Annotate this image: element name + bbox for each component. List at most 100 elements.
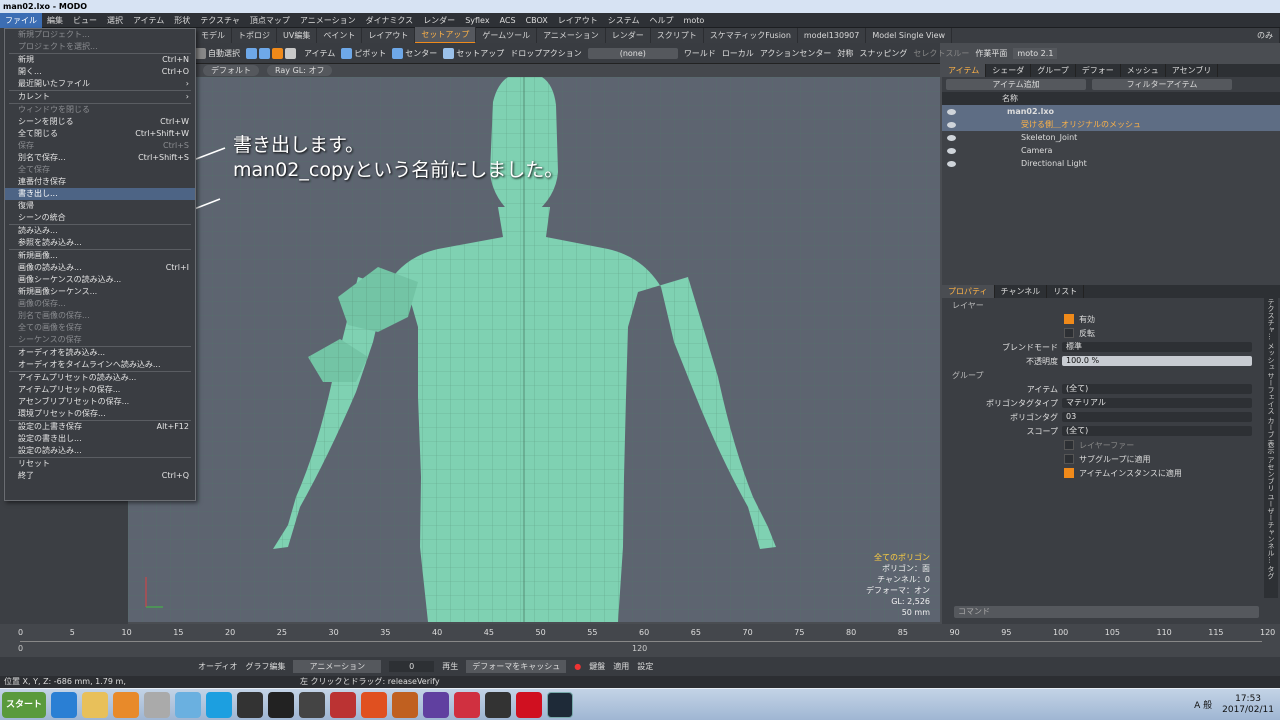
item-list-row[interactable]: Directional Light xyxy=(942,157,1280,170)
file-menu-item[interactable]: 設定の書き出し... xyxy=(5,433,195,445)
menu-4[interactable]: アイテム xyxy=(128,13,169,28)
graph-editor-button[interactable]: グラフ編集 xyxy=(245,661,285,672)
explorer-icon[interactable] xyxy=(82,691,108,718)
file-menu-item[interactable]: シーンを閉じる Ctrl+W xyxy=(5,116,195,128)
enable-checkbox[interactable]: 有効 xyxy=(942,312,1264,326)
pivot-mode-button[interactable]: ピボット xyxy=(341,47,386,59)
app-icon-9[interactable] xyxy=(299,691,325,718)
item-list-row[interactable]: Camera xyxy=(942,144,1280,157)
file-menu-item[interactable]: 新規プロジェクト... xyxy=(5,29,195,41)
app-icon-4[interactable] xyxy=(144,691,170,718)
command-input[interactable]: コマンド xyxy=(954,606,1259,618)
file-menu-item[interactable]: リセット xyxy=(5,458,195,470)
menu-15[interactable]: システム xyxy=(603,13,645,28)
layout-tab-2[interactable]: UV編集 xyxy=(277,28,318,43)
items-tab-4[interactable]: メッシュ xyxy=(1121,64,1166,77)
record-icon[interactable]: ● xyxy=(574,662,581,671)
ie-icon[interactable] xyxy=(51,691,77,718)
app-icon-14[interactable] xyxy=(454,691,480,718)
app-icon-7[interactable] xyxy=(237,691,263,718)
clock[interactable]: 17:53 2017/02/11 xyxy=(1222,694,1274,716)
visibility-eye-icon[interactable] xyxy=(947,121,956,128)
opera-icon[interactable] xyxy=(516,691,542,718)
action-center-button[interactable]: アクションセンター xyxy=(760,48,832,59)
props-tab-0[interactable]: プロパティ xyxy=(942,285,995,298)
item-select[interactable]: (全て) xyxy=(1062,384,1252,394)
file-menu-item[interactable]: シーンの統合 xyxy=(5,212,195,224)
layout-tab-0[interactable]: モデル xyxy=(195,28,232,43)
layout-tab-8[interactable]: レンダー xyxy=(606,28,651,43)
shading-mode-button[interactable]: デフォルト xyxy=(203,65,259,76)
item-list-row[interactable]: 受ける側＿オリジナルのメッシュ xyxy=(942,118,1280,131)
work-plane-button[interactable]: 作業平面 xyxy=(975,48,1007,59)
animation-select[interactable]: アニメーション xyxy=(293,660,382,673)
layer-fur-checkbox[interactable]: レイヤーファー xyxy=(942,438,1264,452)
file-menu-item[interactable]: 新規画像... xyxy=(5,250,195,262)
file-menu-item[interactable]: 開く... Ctrl+O xyxy=(5,66,195,78)
layout-tab-11[interactable]: model130907 xyxy=(798,28,867,43)
item-list-row[interactable]: man02.lxo xyxy=(942,105,1280,118)
app-icon-15[interactable] xyxy=(485,691,511,718)
file-menu-item[interactable]: 画像シーケンスの読み込み... xyxy=(5,274,195,286)
menu-13[interactable]: CBOX xyxy=(521,13,553,28)
file-menu-item[interactable]: 全て保存 xyxy=(5,164,195,176)
file-menu-item[interactable]: 連番付き保存 xyxy=(5,176,195,188)
items-tab-0[interactable]: アイテム xyxy=(942,64,987,77)
menu-14[interactable]: レイアウト xyxy=(553,13,603,28)
props-tab-2[interactable]: リスト xyxy=(1047,285,1085,298)
layout-tab-3[interactable]: ペイント xyxy=(317,28,363,43)
visibility-eye-icon[interactable] xyxy=(947,160,956,167)
drop-action-select[interactable]: (none) xyxy=(587,47,678,59)
opacity-field[interactable]: 100.0 % xyxy=(1062,356,1252,366)
menu-3[interactable]: 選択 xyxy=(102,13,128,28)
app-icon-12[interactable] xyxy=(392,691,418,718)
media-player-icon[interactable] xyxy=(113,691,139,718)
scope-select[interactable]: (全て) xyxy=(1062,426,1252,436)
layout-tab-7[interactable]: アニメーション xyxy=(537,28,606,43)
audio-button[interactable]: オーディオ xyxy=(198,661,237,672)
world-button[interactable]: ワールド xyxy=(684,48,716,59)
file-menu-item[interactable]: プロジェクトを選択... xyxy=(5,41,195,53)
menu-12[interactable]: ACS xyxy=(495,13,521,28)
file-menu-item[interactable]: アイテムプリセットの保存... xyxy=(5,384,195,396)
file-menu-item[interactable]: 全ての画像を保存 xyxy=(5,322,195,334)
timeline[interactable]: 0 5 10 15 20 25 30 35 40 45 50 55 60 65 70 75 80 85 90 95 10… xyxy=(0,624,1280,657)
menu-16[interactable]: ヘルプ xyxy=(645,13,679,28)
add-item-button[interactable]: アイテム追加 xyxy=(946,79,1086,90)
file-menu-item[interactable]: 保存 Ctrl+S xyxy=(5,140,195,152)
app-icon-5[interactable] xyxy=(175,691,201,718)
file-menu-item[interactable]: シーケンスの保存 xyxy=(5,334,195,346)
file-menu-item[interactable]: 画像の保存... xyxy=(5,298,195,310)
menu-1[interactable]: 編集 xyxy=(42,13,68,28)
file-menu-item[interactable]: 参照を読み込み... xyxy=(5,237,195,249)
menu-9[interactable]: ダイナミクス xyxy=(361,13,419,28)
file-menu-item[interactable]: オーディオを読み込み... xyxy=(5,347,195,359)
file-menu-item[interactable]: 新規 Ctrl+N xyxy=(5,54,195,66)
moto-button[interactable]: moto 2.1 xyxy=(1013,47,1058,59)
menu-2[interactable]: ビュー xyxy=(68,13,102,28)
file-menu-item[interactable]: 別名で画像の保存... xyxy=(5,310,195,322)
file-menu-item[interactable]: ウィンドウを閉じる xyxy=(5,104,195,116)
start-button[interactable]: スタート xyxy=(2,691,46,718)
file-menu-item[interactable]: カレント › xyxy=(5,91,195,103)
local-button[interactable]: ローカル xyxy=(722,48,754,59)
app-icon-11[interactable] xyxy=(361,691,387,718)
layout-tab-1[interactable]: トポロジ xyxy=(232,28,277,43)
layout-tab-13[interactable]: のみ xyxy=(1251,28,1280,43)
item-instance-checkbox[interactable]: アイテムインスタンスに適用 xyxy=(942,466,1264,480)
invert-checkbox[interactable]: 反転 xyxy=(942,326,1264,340)
file-menu-item[interactable]: 別名で保存... Ctrl+Shift+S xyxy=(5,152,195,164)
center-mode-button[interactable]: センター xyxy=(392,47,437,59)
menu-17[interactable]: moto xyxy=(679,13,710,28)
items-tab-3[interactable]: デフォー xyxy=(1076,64,1121,77)
layout-tab-6[interactable]: ゲームツール xyxy=(476,28,538,43)
app-icon-10[interactable] xyxy=(330,691,356,718)
subgroup-checkbox[interactable]: サブグループに適用 xyxy=(942,452,1264,466)
menu-10[interactable]: レンダー xyxy=(418,13,460,28)
file-menu-item[interactable]: 新規画像シーケンス... xyxy=(5,286,195,298)
menu-7[interactable]: 頂点マップ xyxy=(245,13,295,28)
file-menu-item[interactable]: 最近開いたファイル › xyxy=(5,78,195,90)
file-menu-item[interactable]: 終了 Ctrl+Q xyxy=(5,470,195,482)
properties-side-tabs[interactable]: テクスチャ… メッシュ サーフェイス カーブ 表示 アセンブリ ユーザーチャンネ… xyxy=(1264,298,1278,598)
mode-icons[interactable] xyxy=(246,47,298,59)
